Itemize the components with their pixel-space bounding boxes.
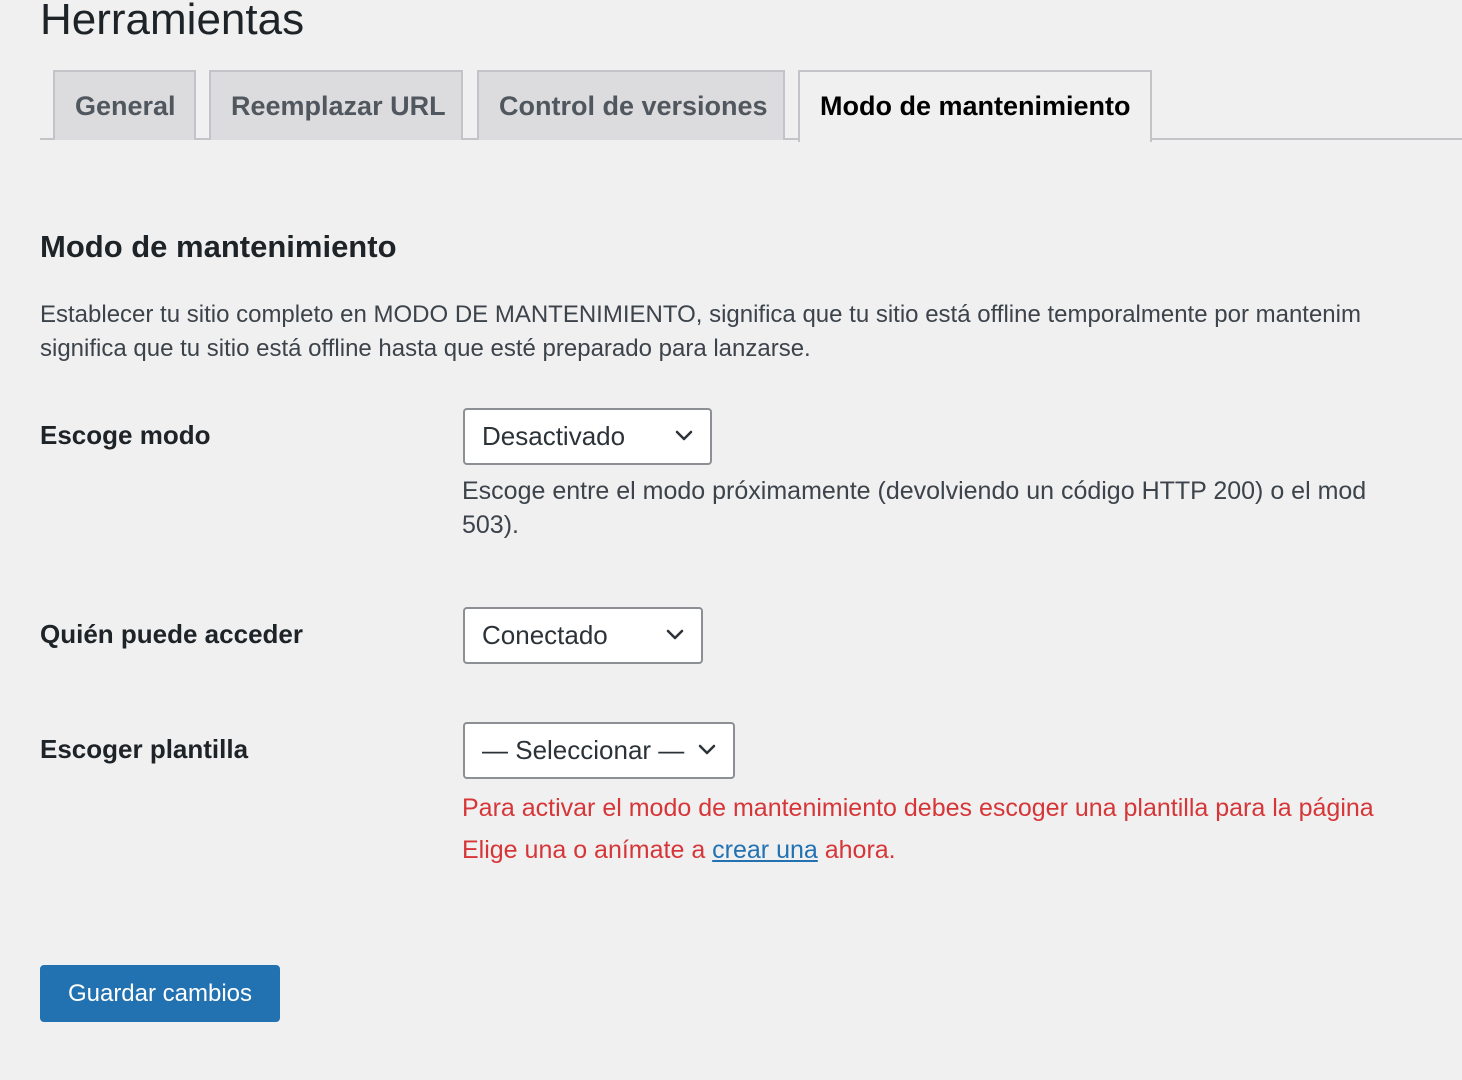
mode-description-line: Escoge entre el modo próximamente (devol… [462,477,1367,505]
create-template-link[interactable]: crear una [712,836,818,864]
access-select-value: Conectado [482,620,608,650]
access-select[interactable]: Conectado [463,607,703,664]
mode-label: Escoge modo [40,420,211,450]
chevron-down-icon [666,629,684,640]
mode-select-value: Desactivado [482,421,626,451]
tab-bar: General Reemplazar URL Control de versio… [40,70,1462,142]
tab-control-de-versiones[interactable]: Control de versiones [477,70,785,140]
mode-description-line: 503). [462,511,519,539]
template-select-value: — Seleccionar — [482,735,685,765]
tab-modo-de-mantenimiento[interactable]: Modo de mantenimiento [798,70,1152,142]
template-error-message: Para activar el modo de mantenimiento de… [462,787,1374,871]
template-select[interactable]: — Seleccionar — [463,722,735,779]
mode-select[interactable]: Desactivado [463,408,712,465]
template-label: Escoger plantilla [40,734,249,764]
section-title: Modo de mantenimiento [40,229,397,264]
template-error-line: Elige una o anímate a crear una ahora. [462,829,1374,871]
tab-general[interactable]: General [53,70,196,140]
template-error-line: Para activar el modo de mantenimiento de… [462,794,1374,822]
access-label: Quién puede acceder [40,619,303,649]
template-error-text: ahora. [817,836,896,864]
section-description-line: significa que tu sitio está offline hast… [40,335,811,362]
chevron-down-icon [698,744,716,755]
save-changes-button[interactable]: Guardar cambios [40,965,280,1022]
template-error-text: Elige una o anímate a [462,836,713,864]
page-title: Herramientas [40,0,305,44]
section-description-line: Establecer tu sitio completo en MODO DE … [40,301,1361,328]
chevron-down-icon [675,430,693,441]
mode-description: Escoge entre el modo próximamente (devol… [462,474,1462,542]
tab-reemplazar-url[interactable]: Reemplazar URL [209,70,463,140]
tools-page: Herramientas General Reemplazar URL Cont… [0,0,1462,1080]
section-description: Establecer tu sitio completo en MODO DE … [40,298,1462,366]
